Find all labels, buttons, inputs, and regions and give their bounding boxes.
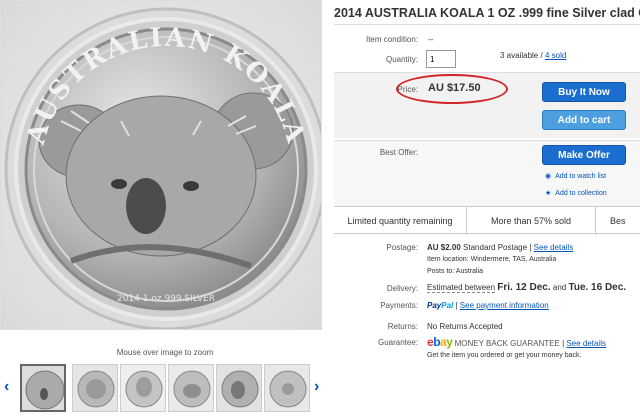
watch-list-link[interactable]: ◉ Add to watch list bbox=[545, 172, 606, 180]
divider bbox=[334, 24, 640, 25]
coin-inscription-bottom: 2014 1 oz 999 SILVER bbox=[117, 294, 215, 304]
delivery-and: and bbox=[552, 283, 567, 292]
item-location-value: Windermere, TAS, Australia bbox=[470, 256, 557, 263]
thumbnail-item[interactable] bbox=[168, 364, 214, 412]
guarantee-details-link[interactable]: See details bbox=[566, 339, 606, 348]
condition-value: -- bbox=[428, 35, 434, 44]
guarantee-line: ebay MONEY BACK GUARANTEE | See details bbox=[427, 335, 606, 349]
add-to-cart-button[interactable]: Add to cart bbox=[542, 110, 626, 130]
quantity-label: Quantity: bbox=[385, 55, 418, 64]
sold-percent-stat: More than 57% sold bbox=[490, 216, 572, 226]
thumbnail-strip: ‹ › bbox=[0, 362, 330, 414]
guarantee-note: Get the item you ordered or get your mon… bbox=[427, 352, 582, 359]
guarantee-label: Guarantee: bbox=[377, 338, 418, 347]
stats-bar: Limited quantity remaining More than 57%… bbox=[334, 206, 640, 235]
extra-stat: Bes bbox=[610, 216, 626, 226]
thumbnail-coin-icon bbox=[169, 365, 213, 411]
condition-label: Item condition: bbox=[365, 35, 418, 44]
item-location-label: Item location: bbox=[427, 256, 469, 263]
item-location: Item location: Windermere, TAS, Australi… bbox=[427, 256, 556, 263]
postage-sep: | bbox=[529, 243, 532, 252]
postage-type: Standard Postage bbox=[463, 243, 528, 252]
listing-title: 2014 AUSTRALIA KOALA 1 OZ .999 fine Silv… bbox=[334, 6, 640, 20]
availability: 3 available / 4 sold bbox=[500, 51, 566, 60]
star-icon: ★ bbox=[545, 190, 552, 197]
main-product-image[interactable]: AUSTRALIAN KOALA 2014 1 oz 999 SILVER bbox=[0, 0, 322, 330]
stats-divider bbox=[595, 207, 596, 235]
thumbnail-item[interactable] bbox=[216, 364, 262, 412]
thumbnail-coin-icon bbox=[22, 366, 64, 410]
delivery-prefix: Estimated between bbox=[427, 283, 496, 293]
paypal-logo-part: Pay bbox=[427, 301, 442, 310]
postage-details-link[interactable]: See details bbox=[534, 243, 574, 252]
ebay-logo: ebay bbox=[427, 335, 453, 349]
zoom-hint: Mouse over image to zoom bbox=[116, 348, 214, 357]
thumbnail-item[interactable] bbox=[20, 364, 66, 412]
payment-info-link[interactable]: See payment information bbox=[460, 301, 549, 310]
postage-amount: AU $2.00 bbox=[427, 243, 461, 252]
postage-line: AU $2.00 Standard Postage | See details bbox=[427, 243, 573, 252]
delivery-from: Fri. 12 Dec. bbox=[497, 282, 551, 293]
price-value: AU $17.50 bbox=[428, 82, 481, 94]
returns-value: No Returns Accepted bbox=[427, 322, 503, 331]
guarantee-sep: | bbox=[562, 339, 565, 348]
coin-image: AUSTRALIAN KOALA 2014 1 oz 999 SILVER bbox=[1, 1, 321, 329]
thumbnail-coin-icon bbox=[217, 365, 261, 411]
sold-count-link[interactable]: 4 sold bbox=[545, 51, 566, 60]
payments-label: Payments: bbox=[380, 301, 418, 310]
posts-to: Posts to: Australia bbox=[427, 268, 483, 275]
eye-icon: ◉ bbox=[545, 173, 552, 180]
thumbnail-next-icon[interactable]: › bbox=[314, 378, 319, 396]
delivery-label: Delivery: bbox=[386, 284, 418, 293]
ebay-logo-letter: y bbox=[446, 335, 453, 349]
thumbnail-item[interactable] bbox=[120, 364, 166, 412]
thumbnail-item[interactable] bbox=[264, 364, 310, 412]
guarantee-text: MONEY BACK GUARANTEE bbox=[454, 339, 560, 348]
collection-link[interactable]: ★ Add to collection bbox=[545, 189, 607, 197]
posts-to-label: Posts to: bbox=[427, 268, 455, 275]
buy-it-now-button[interactable]: Buy It Now bbox=[542, 82, 626, 102]
ebay-logo-letter: b bbox=[433, 335, 441, 349]
limited-quantity-stat: Limited quantity remaining bbox=[347, 216, 453, 226]
availability-divider: / bbox=[540, 51, 543, 60]
thumbnail-prev-icon[interactable]: ‹ bbox=[4, 378, 9, 396]
collection-label: Add to collection bbox=[555, 190, 607, 197]
payments-sep: | bbox=[455, 301, 458, 310]
delivery-to: Tue. 16 Dec. bbox=[568, 282, 627, 293]
watch-list-label: Add to watch list bbox=[555, 173, 607, 180]
paypal-logo-part: Pal bbox=[441, 301, 454, 310]
make-offer-button[interactable]: Make Offer bbox=[542, 145, 626, 165]
available-count: 3 available bbox=[500, 51, 539, 60]
posts-to-value: Australia bbox=[455, 268, 484, 275]
postage-label: Postage: bbox=[386, 243, 418, 252]
thumbnail-coin-icon bbox=[73, 365, 117, 411]
thumbnail-coin-icon bbox=[265, 365, 309, 411]
paypal-logo: PayPal bbox=[427, 301, 453, 310]
payments-line: PayPal | See payment information bbox=[427, 301, 549, 310]
best-offer-label: Best Offer: bbox=[379, 148, 418, 157]
thumbnail-coin-icon bbox=[121, 365, 165, 411]
thumbnail-item[interactable] bbox=[72, 364, 118, 412]
returns-label: Returns: bbox=[387, 322, 418, 331]
delivery-estimate: Estimated between Fri. 12 Dec. and Tue. … bbox=[427, 282, 626, 293]
quantity-input[interactable] bbox=[426, 50, 456, 68]
